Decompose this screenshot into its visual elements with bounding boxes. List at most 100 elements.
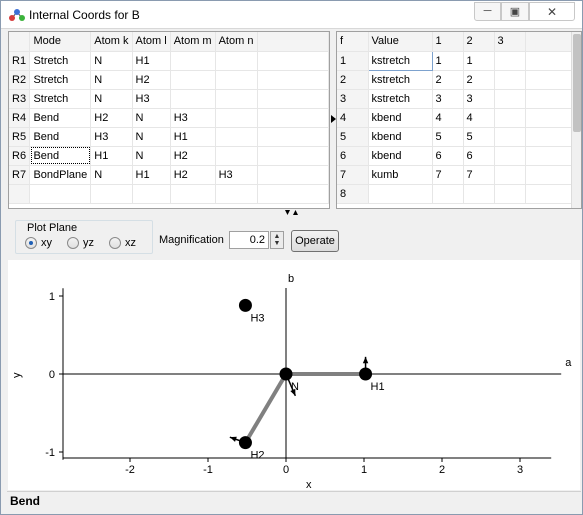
radio-yz-label[interactable]: yz <box>83 237 94 249</box>
spin-down-icon[interactable]: ▼ <box>271 240 283 247</box>
index-cell[interactable]: 4 <box>463 108 495 128</box>
radio-xz-label[interactable]: xz <box>125 237 136 249</box>
atom-m-cell[interactable]: H1 <box>170 127 216 147</box>
force-table-scrollbar[interactable] <box>571 32 581 208</box>
force-row-header[interactable]: 2 <box>337 70 369 90</box>
atom-n-cell[interactable] <box>215 89 258 109</box>
table-row[interactable]: R5 Bend H3 N H1 <box>9 127 329 147</box>
atom-n-cell[interactable] <box>215 51 258 71</box>
index-cell[interactable]: 1 <box>432 51 464 71</box>
index-cell[interactable] <box>494 184 526 204</box>
index-cell[interactable]: 1 <box>463 51 495 71</box>
table-row[interactable]: R6 Bend H1 N H2 <box>9 146 329 166</box>
atom-l-cell[interactable]: N <box>132 127 171 147</box>
radio-xy-label[interactable]: xy <box>41 237 52 249</box>
index-cell[interactable] <box>494 51 526 71</box>
atom-n-cell[interactable] <box>215 146 258 166</box>
index-cell[interactable]: 3 <box>463 89 495 109</box>
atom-l-cell[interactable]: N <box>132 146 171 166</box>
mode-cell[interactable]: Stretch <box>29 51 92 71</box>
atom-l-cell[interactable]: H2 <box>132 70 171 90</box>
atom-k-cell[interactable]: N <box>90 165 133 185</box>
index-cell[interactable] <box>494 127 526 147</box>
atom-k-cell[interactable]: H1 <box>90 146 133 166</box>
atom-m-cell[interactable] <box>170 51 216 71</box>
value-cell[interactable]: kbend <box>368 108 433 128</box>
mode-cell[interactable]: Bend <box>29 108 92 128</box>
index-cell[interactable]: 6 <box>432 146 464 166</box>
index-cell[interactable]: 7 <box>432 165 464 185</box>
molecule-plot[interactable]: -2 -1 0 1 2 3 -1 0 1 x y a b N H1 H2 H3 <box>8 260 580 491</box>
radio-yz-indicator[interactable] <box>67 237 79 249</box>
table-row[interactable]: 5 kbend 5 5 <box>337 127 572 147</box>
index-cell[interactable]: 7 <box>463 165 495 185</box>
splitter-up-down-icon[interactable] <box>284 209 300 217</box>
mode-cell[interactable]: BondPlane <box>29 165 92 185</box>
force-col-header[interactable]: 2 <box>463 32 495 52</box>
force-col-header[interactable]: 1 <box>432 32 464 52</box>
mode-cell[interactable]: Stretch <box>29 70 92 90</box>
index-cell[interactable] <box>494 165 526 185</box>
table-row[interactable]: R3 Stretch N H3 <box>9 89 329 109</box>
value-cell[interactable] <box>368 184 433 204</box>
force-row-header[interactable]: 7 <box>337 165 369 185</box>
scrollbar-thumb[interactable] <box>573 34 581 132</box>
table-row-new[interactable] <box>9 184 329 204</box>
force-col-header[interactable]: f <box>337 32 369 52</box>
index-cell[interactable]: 6 <box>463 146 495 166</box>
atom-n-cell[interactable]: H3 <box>215 165 258 185</box>
force-col-header[interactable]: Value <box>368 32 433 52</box>
atom-m-cell[interactable] <box>170 89 216 109</box>
atom-n-cell[interactable] <box>215 127 258 147</box>
mode-cell[interactable]: Stretch <box>29 89 92 109</box>
value-cell-selected[interactable]: kstretch <box>367 50 433 71</box>
coords-col-header[interactable]: Atom k <box>90 32 133 52</box>
coords-col-header[interactable]: Atom m <box>170 32 216 52</box>
table-row[interactable]: 3 kstretch 3 3 <box>337 89 572 109</box>
index-cell[interactable] <box>494 108 526 128</box>
mode-cell[interactable]: Bend <box>29 127 92 147</box>
empty-cell[interactable] <box>132 184 171 204</box>
atom-n-cell[interactable] <box>215 108 258 128</box>
maximize-button[interactable]: ▣ <box>501 2 529 21</box>
atom-k-cell[interactable]: H3 <box>90 127 133 147</box>
operate-button[interactable]: Operate <box>291 230 339 252</box>
index-cell[interactable]: 4 <box>432 108 464 128</box>
atom-l-cell[interactable]: N <box>132 108 171 128</box>
atom-k-cell[interactable]: H2 <box>90 108 133 128</box>
force-row-header[interactable]: 3 <box>337 89 369 109</box>
index-cell[interactable] <box>463 184 495 204</box>
close-button[interactable]: ✕ <box>529 2 575 21</box>
force-row-header[interactable]: 1 <box>337 51 369 71</box>
value-cell[interactable]: kstretch <box>368 89 433 109</box>
row-header-new[interactable] <box>9 184 31 204</box>
index-cell[interactable]: 5 <box>432 127 464 147</box>
table-row[interactable]: 2 kstretch 2 2 <box>337 70 572 90</box>
index-cell[interactable] <box>494 70 526 90</box>
atom-l-cell[interactable]: H1 <box>132 165 171 185</box>
atom-m-cell[interactable]: H2 <box>170 165 216 185</box>
radio-xz-indicator[interactable] <box>109 237 121 249</box>
row-header[interactable]: R1 <box>9 51 31 71</box>
value-cell[interactable]: kbend <box>368 127 433 147</box>
index-cell[interactable] <box>494 146 526 166</box>
index-cell[interactable] <box>432 184 464 204</box>
table-row[interactable]: R1 Stretch N H1 <box>9 51 329 71</box>
title-bar[interactable]: Internal Coords for B ─ ▣ ✕ <box>1 1 582 29</box>
atom-l-cell[interactable]: H3 <box>132 89 171 109</box>
table-row[interactable]: R7 BondPlane N H1 H2 H3 <box>9 165 329 185</box>
coords-col-header[interactable]: Atom l <box>132 32 171 52</box>
table-row[interactable]: 4 kbend 4 4 <box>337 108 572 128</box>
row-header[interactable]: R3 <box>9 89 31 109</box>
mode-cell-focused[interactable]: Bend <box>29 146 92 166</box>
row-header[interactable]: R2 <box>9 70 31 90</box>
magnification-stepper[interactable]: ▲ ▼ <box>270 231 284 249</box>
empty-cell[interactable] <box>170 184 216 204</box>
atom-k-cell[interactable]: N <box>90 51 133 71</box>
index-cell[interactable]: 2 <box>463 70 495 90</box>
index-cell[interactable]: 2 <box>432 70 464 90</box>
coords-col-header[interactable]: Atom n <box>215 32 258 52</box>
value-cell[interactable]: kumb <box>368 165 433 185</box>
table-row[interactable]: 1 kstretch 1 1 <box>337 50 572 71</box>
empty-cell[interactable] <box>29 184 92 204</box>
